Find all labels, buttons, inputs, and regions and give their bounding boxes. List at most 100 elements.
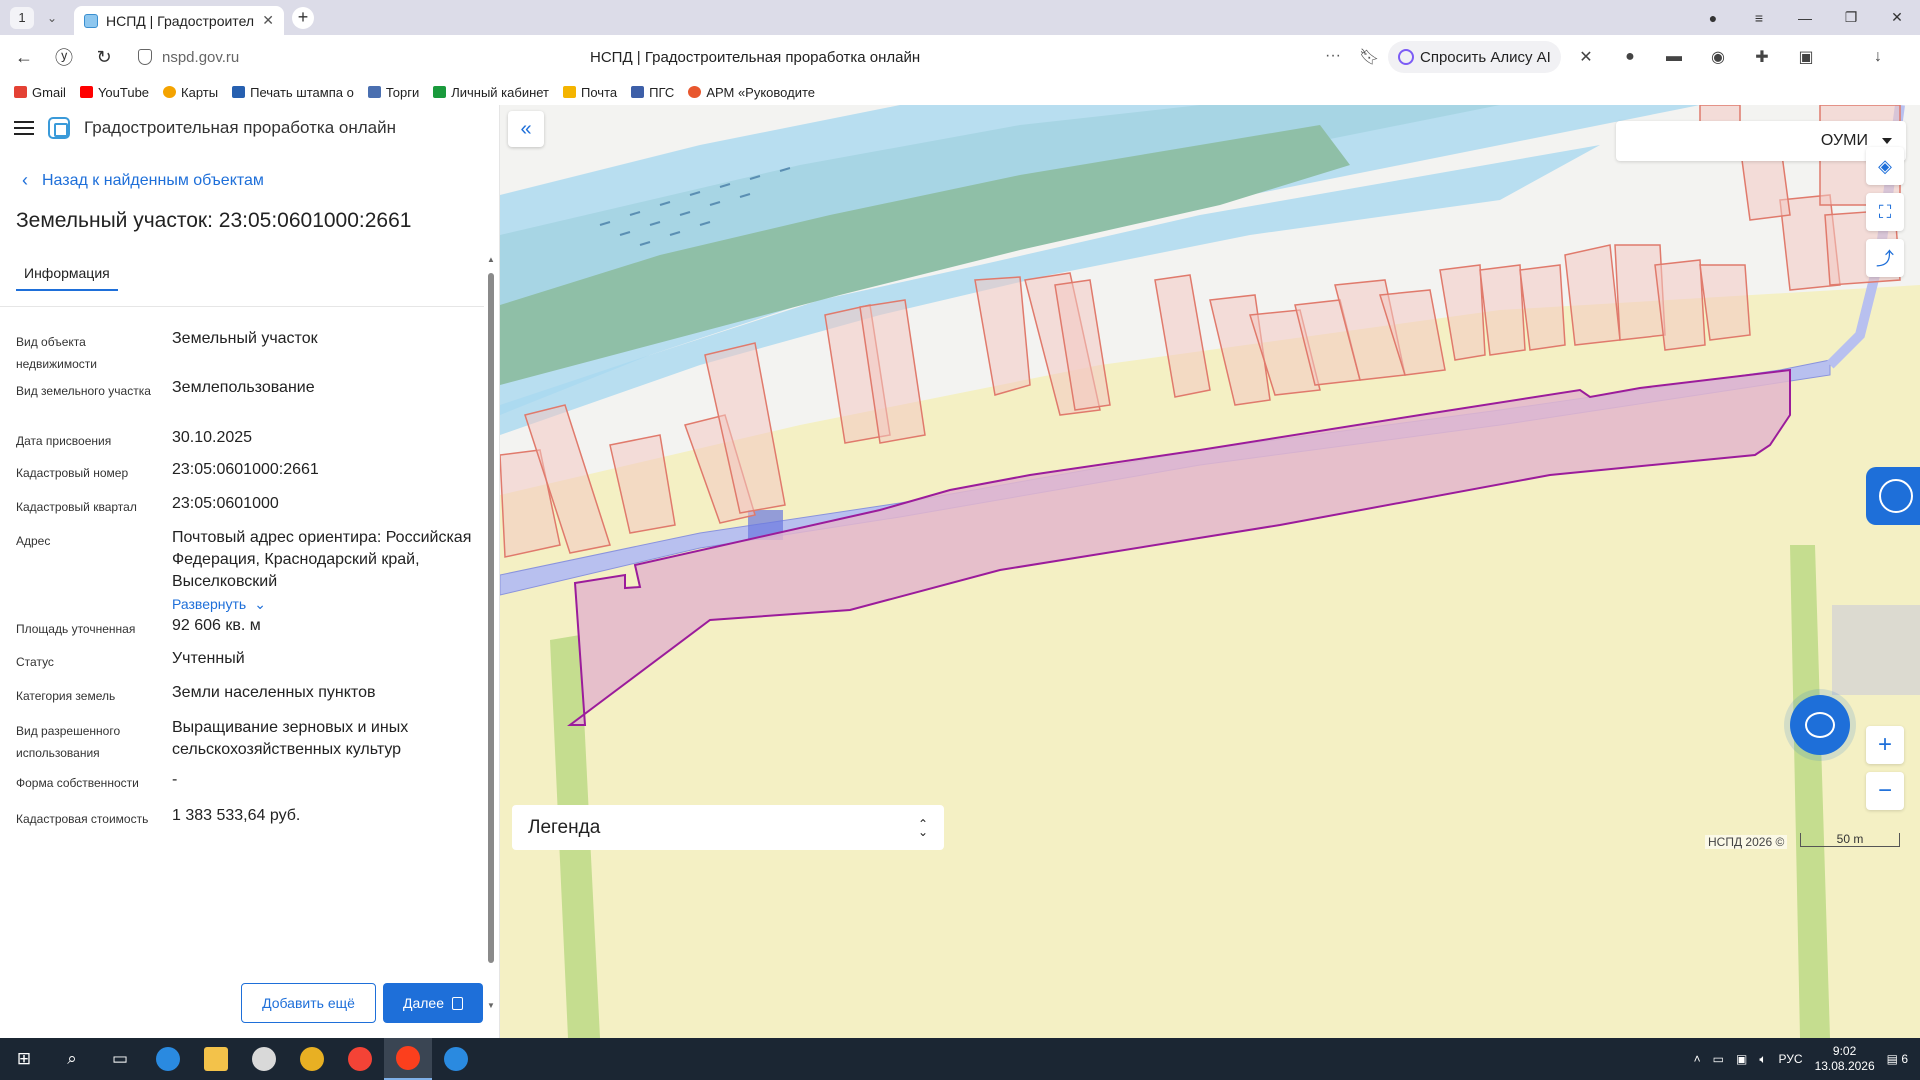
layer-select-value: ОУМИ: [1820, 132, 1868, 149]
file-explorer-icon[interactable]: [192, 1038, 240, 1080]
field-value: 23:05:0601000:2661: [172, 461, 319, 478]
url-field[interactable]: nspd.gov.ru: [138, 49, 388, 66]
bookmark-mail[interactable]: Почта: [563, 85, 617, 100]
map-view[interactable]: « ОУМИ ◈ ⛶ ⤴ + − Легенда ⌃ ⌄ НСПД 2026 © …: [500, 105, 1920, 1038]
more-icon[interactable]: ···: [1325, 47, 1341, 67]
chat-button[interactable]: [1790, 695, 1850, 755]
close-window-button[interactable]: ✕: [1874, 0, 1920, 35]
task-view-icon[interactable]: ▭: [96, 1038, 144, 1080]
field-label: Адрес: [16, 534, 51, 548]
field-value: 1 383 533,64 руб.: [172, 807, 301, 824]
field-label: Кадастровая стоимость: [16, 812, 149, 826]
extension-1-icon[interactable]: ✕: [1575, 46, 1597, 68]
network-icon[interactable]: ▣: [1736, 1052, 1747, 1066]
field-value: 92 606 кв. м: [172, 617, 261, 634]
select-area-button[interactable]: ⛶: [1866, 193, 1904, 231]
field-value: 30.10.2025: [172, 429, 253, 446]
scroll-up-icon[interactable]: ▲: [487, 255, 495, 264]
legend-panel[interactable]: Легенда ⌃ ⌄: [512, 805, 944, 850]
extension-3-icon[interactable]: ▬: [1663, 46, 1685, 68]
reload-icon[interactable]: ↻: [84, 37, 124, 77]
panel-scrollbar[interactable]: ▲ ▼: [486, 155, 496, 1010]
bookmark-maps[interactable]: Карты: [163, 85, 218, 100]
profile-icon[interactable]: ●: [1690, 0, 1736, 35]
battery-icon[interactable]: ▭: [1713, 1052, 1724, 1066]
bookmark-stamp[interactable]: Печать штампа о: [232, 85, 354, 100]
share-button[interactable]: ⤴: [1866, 239, 1904, 277]
notifications-icon[interactable]: ▤ 6: [1887, 1052, 1908, 1066]
extension-badge-icon: [1879, 479, 1913, 513]
yandex-icon[interactable]: ⓨ: [44, 37, 84, 77]
next-button[interactable]: Далее: [383, 983, 483, 1023]
bookmark-gmail[interactable]: Gmail: [14, 85, 66, 100]
layers-button[interactable]: ◈: [1866, 147, 1904, 185]
zoom-out-button[interactable]: −: [1866, 772, 1904, 810]
windows-start-icon[interactable]: ⊞: [0, 1038, 48, 1080]
close-tab-icon[interactable]: ✕: [262, 12, 274, 29]
field-label: Форма собственности: [16, 776, 139, 790]
restore-button[interactable]: ❐: [1828, 0, 1874, 35]
zoom-in-button[interactable]: +: [1866, 726, 1904, 764]
bookmark-torgi[interactable]: Торги: [367, 85, 419, 100]
menu-icon[interactable]: ≡: [1736, 0, 1782, 35]
add-more-button[interactable]: Добавить ещё: [241, 983, 376, 1023]
tab-information[interactable]: Информация: [16, 265, 118, 291]
field-value: Земли населенных пунктов: [172, 684, 376, 701]
expand-collapse-icon: ⌃ ⌄: [917, 816, 928, 839]
downloads-icon[interactable]: ↓: [1867, 46, 1889, 68]
extension-4-icon[interactable]: ◉: [1707, 46, 1729, 68]
gmail-icon: [14, 86, 27, 98]
scroll-thumb[interactable]: [488, 273, 494, 963]
volume-icon[interactable]: 🔈︎: [1759, 1052, 1766, 1067]
side-extension-button[interactable]: [1866, 467, 1920, 525]
tab-title: НСПД | Градостроительная проработка онла…: [106, 12, 255, 29]
url-host: nspd.gov.ru: [162, 48, 240, 66]
bookmark-cabinet[interactable]: Личный кабинет: [433, 85, 549, 100]
app-notify-icon[interactable]: [432, 1038, 480, 1080]
bookmark-youtube[interactable]: YouTube: [79, 85, 149, 100]
building-area: [1832, 605, 1920, 695]
app-c-icon[interactable]: [240, 1038, 288, 1080]
clock-time: 9:02: [1832, 1044, 1857, 1058]
scroll-down-icon[interactable]: ▼: [487, 1001, 495, 1010]
language-indicator[interactable]: РУС: [1779, 1052, 1803, 1066]
legend-label: Легенда: [528, 816, 601, 838]
ask-alice-button[interactable]: Спросить Алису AI: [1388, 41, 1561, 73]
collapse-panel-button[interactable]: «: [508, 111, 544, 147]
minimize-button[interactable]: —: [1782, 0, 1828, 35]
app-title: Градостроительная проработка онлайн: [84, 118, 396, 137]
extension-2-icon[interactable]: ●: [1619, 46, 1641, 68]
browser-tab-bar: 1 ⌄ НСПД | Градостроительная проработка …: [0, 0, 1920, 35]
extensions-icon[interactable]: ✚: [1751, 46, 1773, 68]
hamburger-menu-icon[interactable]: [14, 121, 34, 135]
field-value: Почтовый адрес ориентира: Российская Фед…: [172, 529, 472, 590]
chevron-down-icon: ⌄: [254, 596, 266, 612]
bookmark-icon[interactable]: 🔖︎: [1359, 47, 1379, 67]
ie-icon[interactable]: [144, 1038, 192, 1080]
layer-select[interactable]: ОУМИ: [1616, 121, 1906, 161]
torgi-icon: [367, 86, 381, 98]
new-tab-button[interactable]: +: [292, 6, 314, 29]
tab-counter[interactable]: 1: [10, 6, 34, 29]
browser-tab[interactable]: НСПД | Градостроительная проработка онла…: [74, 6, 284, 35]
field-label: Дата присвоения: [16, 434, 112, 448]
expand-label: Развернуть: [172, 596, 247, 612]
yandex-browser-icon[interactable]: [384, 1038, 432, 1080]
collections-icon[interactable]: ▣: [1795, 46, 1817, 68]
map-canvas[interactable]: [500, 105, 1920, 1038]
chevron-down-icon[interactable]: ⌄: [40, 7, 64, 29]
back-to-results-link[interactable]: ‹ Назад к найденным объектам: [22, 170, 264, 191]
parcel-title: Земельный участок: 23:05:0601000:2661: [16, 209, 412, 232]
yandex-app-icon[interactable]: [336, 1038, 384, 1080]
clock[interactable]: 9:02 13.08.2026: [1815, 1044, 1875, 1074]
expand-address-button[interactable]: Развернуть ⌄: [172, 593, 266, 615]
tray-chevron-icon[interactable]: ˄: [1694, 1052, 1701, 1066]
field-label: Кадастровый квартал: [16, 500, 137, 514]
document-icon: [452, 996, 463, 1010]
chrome-icon[interactable]: [288, 1038, 336, 1080]
bookmark-pgs[interactable]: ПГС: [631, 85, 674, 100]
page-title-in-url: НСПД | Градостроительная проработка онла…: [590, 48, 921, 66]
bookmark-arm[interactable]: АРМ «Руководите: [688, 85, 815, 100]
search-icon[interactable]: ⌕: [48, 1038, 96, 1080]
back-arrow-icon[interactable]: ←: [4, 37, 44, 77]
